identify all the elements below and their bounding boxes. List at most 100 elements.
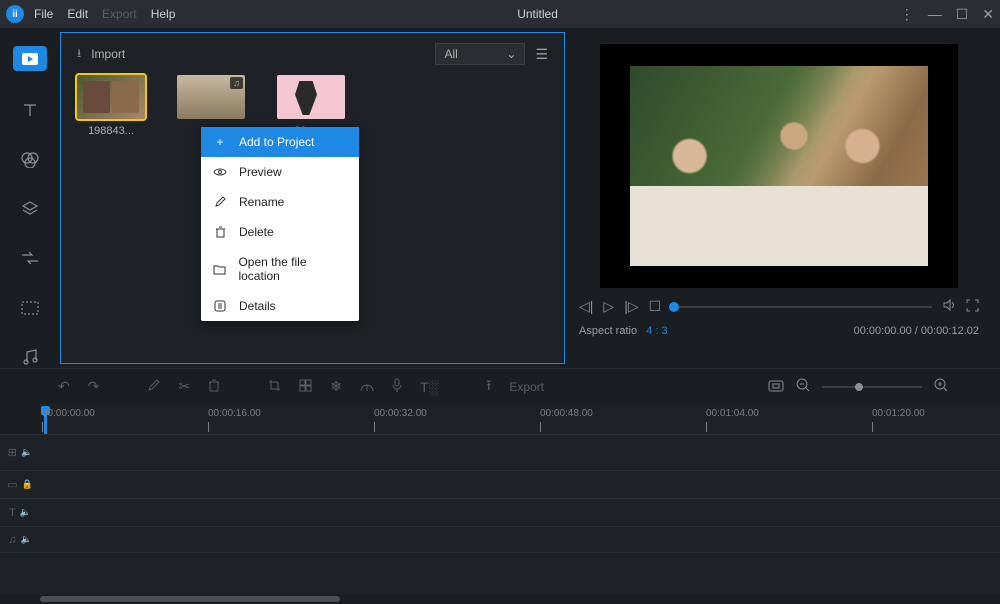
mic-icon[interactable] (392, 378, 402, 395)
sidebar-transitions[interactable] (16, 248, 44, 269)
text-track-icon: T (9, 507, 16, 519)
window-title: Untitled (175, 7, 899, 21)
listview-icon[interactable]: ☰ (535, 46, 548, 63)
media-thumb (77, 75, 145, 119)
ctx-add-to-project[interactable]: + Add to Project (201, 127, 359, 157)
mute-icon[interactable]: 🔈 (21, 447, 32, 458)
sidebar-filters[interactable] (16, 149, 44, 170)
ctx-preview[interactable]: Preview (201, 157, 359, 187)
app-logo: ii (6, 5, 24, 23)
ctx-label: Open the file location (238, 255, 347, 283)
ctx-label: Add to Project (239, 135, 314, 149)
media-thumb: ♫ (177, 75, 245, 119)
crop-icon[interactable] (268, 379, 281, 395)
speed-icon[interactable] (360, 379, 374, 395)
delete-icon[interactable] (208, 379, 220, 395)
overflow-icon[interactable]: ⋮ (900, 6, 914, 23)
next-frame-icon[interactable]: |▷ (624, 298, 638, 315)
minimize-icon[interactable]: — (928, 6, 942, 22)
close-icon[interactable]: ✕ (982, 6, 994, 23)
video-track-icon: ⊞ (8, 446, 17, 459)
ruler-tick: 00:01:04.00 (706, 408, 759, 419)
cut-icon[interactable]: ✂ (178, 378, 190, 395)
timeline-tracks: ⊞🔈 ▭🔒 T🔈 ♫🔈 (0, 434, 1000, 594)
sidebar-music[interactable] (16, 347, 44, 368)
info-icon (213, 300, 227, 312)
ctx-delete[interactable]: Delete (201, 217, 359, 247)
zoom-out-icon[interactable] (796, 378, 810, 395)
folder-icon (213, 264, 226, 275)
menu-edit[interactable]: Edit (67, 7, 88, 21)
track-extra[interactable] (0, 552, 1000, 570)
freeze-icon[interactable]: ❄ (330, 378, 342, 395)
fullscreen-icon[interactable] (966, 299, 979, 315)
sidebar-overlays[interactable] (16, 198, 44, 219)
media-item-1[interactable]: ♫ (177, 75, 245, 125)
play-icon[interactable]: ▷ (603, 298, 614, 315)
media-item-0[interactable]: 198843... (77, 75, 145, 137)
preview-progress[interactable] (671, 306, 932, 308)
prev-frame-icon[interactable]: ◁| (579, 298, 593, 315)
filter-dropdown[interactable]: All ⌄ (435, 43, 525, 65)
sidebar-text[interactable] (16, 99, 44, 120)
export-icon[interactable]: ⭱ (486, 375, 491, 399)
menu-bar: File Edit Export Help (34, 7, 175, 21)
aspect-ratio: Aspect ratio 4 : 3 (579, 325, 668, 337)
mute-icon[interactable]: 🔈 (21, 534, 32, 545)
progress-handle[interactable] (669, 302, 679, 312)
ruler-tick: 00:00:48.00 (540, 408, 593, 419)
ctx-label: Rename (239, 195, 284, 209)
zoom-slider[interactable] (822, 386, 922, 388)
ctx-label: Preview (239, 165, 282, 179)
ctx-open-location[interactable]: Open the file location (201, 247, 359, 291)
menu-help[interactable]: Help (151, 7, 176, 21)
scrollbar-thumb[interactable] (40, 596, 340, 602)
track-head[interactable]: ▭🔒 (0, 471, 40, 498)
pip-track-icon: ▭ (7, 478, 17, 491)
ruler-tick: 00:00:32.00 (374, 408, 427, 419)
mute-icon[interactable]: 🔈 (20, 507, 31, 518)
sidebar (0, 28, 60, 368)
track-head[interactable]: ⊞🔈 (0, 435, 40, 470)
tts-icon[interactable]: T░ (420, 379, 438, 395)
time-display: 00:00:00.00 / 00:00:12.02 (854, 325, 979, 337)
import-icon[interactable]: ⭳ (77, 44, 81, 65)
lock-icon[interactable]: 🔒 (22, 479, 33, 490)
horizontal-scrollbar[interactable] (0, 594, 1000, 604)
track-audio[interactable]: ♫🔈 (0, 526, 1000, 552)
zoom-in-icon[interactable] (934, 378, 948, 395)
sidebar-elements[interactable] (16, 297, 44, 318)
track-pip[interactable]: ▭🔒 (0, 470, 1000, 498)
chevron-down-icon: ⌄ (506, 47, 516, 61)
ctx-details[interactable]: Details (201, 291, 359, 321)
track-head[interactable] (0, 553, 40, 570)
eye-icon (213, 167, 227, 177)
timeline-ruler[interactable]: 00:00:00.00 00:00:16.00 00:00:32.00 00:0… (40, 404, 1000, 434)
plus-icon: + (213, 135, 227, 149)
edit-icon[interactable] (147, 379, 160, 395)
track-text[interactable]: T🔈 (0, 498, 1000, 526)
pencil-icon (213, 196, 227, 208)
menu-file[interactable]: File (34, 7, 53, 21)
track-head[interactable]: T🔈 (0, 499, 40, 526)
audio-track-icon: ♫ (8, 534, 16, 546)
mosaic-icon[interactable] (299, 379, 312, 395)
maximize-icon[interactable]: ☐ (956, 6, 969, 23)
fit-icon[interactable] (768, 379, 784, 395)
undo-icon[interactable]: ↶ (58, 378, 70, 395)
ctx-rename[interactable]: Rename (201, 187, 359, 217)
export-button[interactable]: Export (509, 380, 544, 394)
track-head[interactable]: ♫🔈 (0, 527, 40, 552)
sidebar-media[interactable] (13, 46, 47, 71)
zoom-handle[interactable] (855, 383, 863, 391)
context-menu: + Add to Project Preview Rename Delete O… (201, 127, 359, 321)
preview-controls: ◁| ▷ |▷ ☐ (579, 294, 979, 319)
trash-icon (213, 226, 227, 238)
music-badge-icon: ♫ (230, 77, 243, 89)
stop-icon[interactable]: ☐ (649, 298, 662, 315)
redo-icon[interactable]: ↷ (88, 378, 100, 395)
preview-viewport (600, 44, 958, 288)
import-button[interactable]: Import (91, 47, 125, 61)
volume-icon[interactable] (942, 298, 956, 315)
track-video[interactable]: ⊞🔈 (0, 434, 1000, 470)
